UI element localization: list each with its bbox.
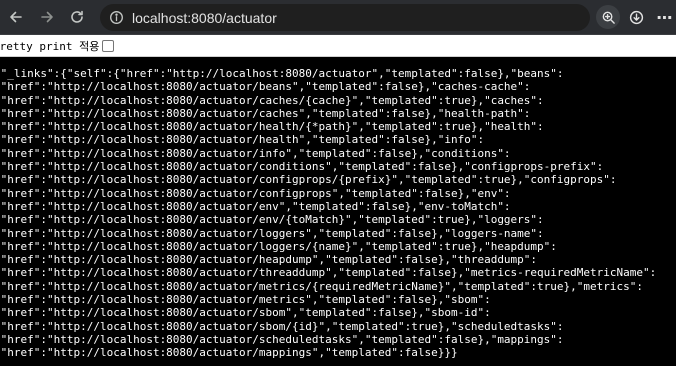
url-text[interactable]: localhost:8080/actuator [132,10,277,26]
json-line: {"href":"http://localhost:8080/actuator/… [0,133,485,147]
json-line: {"href":"http://localhost:8080/actuator/… [0,346,458,360]
pretty-print-label: pretty print 적용 [0,39,100,53]
json-line: {"_links":{"self":{"href":"http://localh… [0,67,564,80]
json-line: {"href":"http://localhost:8080/actuator/… [0,226,544,240]
json-line: {"href":"http://localhost:8080/actuator/… [0,106,531,120]
download-icon[interactable] [624,5,648,29]
reload-icon[interactable] [66,6,88,28]
json-line: {"href":"http://localhost:8080/actuator/… [0,186,511,200]
pretty-print-bar: pretty print 적용 [0,35,676,57]
json-line: {"href":"http://localhost:8080/actuator/… [0,332,564,346]
json-line: {"href":"http://localhost:8080/actuator/… [0,319,564,333]
json-line: {"href":"http://localhost:8080/actuator/… [0,120,544,134]
browser-toolbar: localhost:8080/actuator ⋯ [0,0,676,35]
more-vertical-icon[interactable]: ⋯ [652,5,676,29]
arrow-left-icon[interactable] [5,6,27,28]
pretty-print-checkbox[interactable] [102,39,115,52]
json-line: {"href":"http://localhost:8080/actuator/… [0,293,491,307]
json-line: {"href":"http://localhost:8080/actuator/… [0,239,557,253]
arrow-right-icon[interactable] [36,6,58,28]
json-line: {"href":"http://localhost:8080/actuator/… [0,173,617,187]
json-line: {"href":"http://localhost:8080/actuator/… [0,279,644,293]
json-line: {"href":"http://localhost:8080/actuator/… [0,306,491,320]
json-content: {"_links":{"self":{"href":"http://localh… [0,67,676,360]
json-line: {"href":"http://localhost:8080/actuator/… [0,160,604,174]
address-bar[interactable]: localhost:8080/actuator [100,4,590,31]
json-line: {"href":"http://localhost:8080/actuator/… [0,266,657,280]
toolbar-actions: ⋯ [596,5,676,29]
json-line: {"href":"http://localhost:8080/actuator/… [0,213,544,227]
json-line: {"href":"http://localhost:8080/actuator/… [0,199,511,213]
json-line: {"href":"http://localhost:8080/actuator/… [0,146,511,160]
json-line: {"href":"http://localhost:8080/actuator/… [0,93,544,107]
zoom-in-icon[interactable] [596,5,620,29]
json-line: {"href":"http://localhost:8080/actuator/… [0,80,531,94]
site-info-icon[interactable] [108,10,124,26]
json-line: {"href":"http://localhost:8080/actuator/… [0,253,538,267]
